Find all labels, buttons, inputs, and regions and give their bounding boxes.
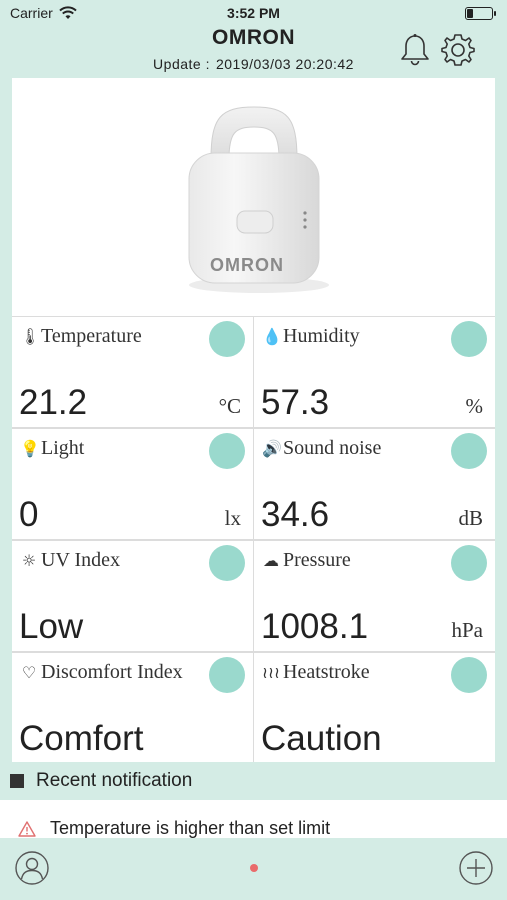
user-profile-button[interactable] <box>14 850 50 886</box>
status-left: Carrier <box>10 5 77 21</box>
lightbulb-icon: 💡 <box>20 439 40 458</box>
sensor-label-text: Heatstroke <box>283 661 370 683</box>
sensor-cell-sound-noise[interactable]: 🔊 Sound noise 34.6 dB <box>254 429 495 539</box>
device-brand-text: OMRON <box>210 255 284 275</box>
sensor-label-text: Temperature <box>41 325 142 347</box>
sensor-label-text: UV Index <box>41 549 121 571</box>
sensor-cell-pressure[interactable]: ☁ Pressure 1008.1 hPa <box>254 541 495 651</box>
notification-item[interactable]: Temperature is higher than set limit <box>18 818 330 838</box>
smiley-icon <box>451 321 487 357</box>
cloud-upload-icon: ☁ <box>263 551 279 570</box>
droplet-icon: 💧 <box>262 327 282 346</box>
recent-notification-title: Recent notification <box>36 770 193 791</box>
sensor-value: Caution <box>261 719 382 758</box>
warning-icon <box>18 820 36 837</box>
sensor-panel: OMRON 🌡 Temperature 21.2 °C 💧 Humidity 57.… <box>12 78 495 763</box>
sensor-label: 🌡 Temperature <box>20 325 142 348</box>
notification-text: Temperature is higher than set limit <box>50 818 331 838</box>
bottom-bar <box>0 838 507 900</box>
sensor-grid: 🌡 Temperature 21.2 °C 💧 Humidity 57.3 % 💡 L… <box>12 316 495 763</box>
sensor-unit: lx <box>224 506 241 530</box>
sensor-unit: °C <box>218 394 241 418</box>
sensor-cell-heatstroke[interactable]: ≀≀≀ Heatstroke Caution <box>254 653 495 763</box>
smiley-icon <box>451 657 487 693</box>
sensor-label-text: Pressure <box>283 549 351 571</box>
sensor-cell-humidity[interactable]: 💧 Humidity 57.3 % <box>254 317 495 427</box>
gear-icon <box>441 34 475 66</box>
sensor-label-text: Sound noise <box>283 437 382 459</box>
sensor-label: 💧 Humidity <box>262 325 360 348</box>
sensor-label-text: Light <box>41 437 85 459</box>
notification-list: Temperature is higher than set limit <box>0 800 507 838</box>
header: OMRON Update :2019/03/03 20:20:42 <box>0 26 507 78</box>
smiley-icon <box>209 433 245 469</box>
user-icon <box>15 851 49 885</box>
sensor-label: ☁ Pressure <box>262 549 351 572</box>
bell-icon <box>401 34 429 66</box>
sensor-label: 🔊 Sound noise <box>262 437 381 460</box>
sensor-value: 34.6 <box>261 495 330 534</box>
smiley-icon <box>209 321 245 357</box>
carrier-label: Carrier <box>10 5 53 21</box>
settings-button[interactable] <box>440 32 476 68</box>
speaker-icon: 🔊 <box>262 439 282 458</box>
plus-circle-icon <box>459 851 493 885</box>
sensor-label: 💡 Light <box>20 437 84 460</box>
device-image: OMRON <box>12 78 495 315</box>
sensor-label: ♡ Discomfort Index <box>20 661 183 684</box>
sun-icon: ☼ <box>21 551 37 570</box>
update-value: 2019/03/03 20:20:42 <box>215 56 354 72</box>
smiley-icon <box>209 545 245 581</box>
smiley-icon <box>209 657 245 693</box>
sensor-label-text: Discomfort Index <box>41 661 183 683</box>
sensor-label: ☼ UV Index <box>20 549 120 572</box>
smiley-icon <box>451 545 487 581</box>
thermometer-icon: 🌡 <box>20 327 41 346</box>
heart-icon: ♡ <box>21 663 37 682</box>
omron-device-illustration: OMRON <box>188 105 329 293</box>
battery-fill <box>467 8 473 18</box>
heat-waves-icon: ≀≀≀ <box>262 663 280 682</box>
smiley-icon <box>451 433 487 469</box>
update-label: Update : <box>153 56 210 72</box>
sensor-value: 0 <box>19 495 39 534</box>
sensor-cell-discomfort-index[interactable]: ♡ Discomfort Index Comfort <box>12 653 253 763</box>
battery-icon <box>465 6 496 20</box>
section-marker-icon <box>10 774 24 788</box>
notification-bell-button[interactable] <box>397 32 433 68</box>
sensor-unit: hPa <box>451 618 484 642</box>
page-indicator-dot <box>250 864 258 872</box>
status-bar: Carrier 3:52 PM <box>0 0 507 26</box>
add-device-button[interactable] <box>458 850 494 886</box>
wifi-icon <box>59 6 77 19</box>
recent-notification-header: Recent notification <box>0 762 507 800</box>
sensor-label: ≀≀≀ Heatstroke <box>262 661 370 684</box>
sensor-value: 1008.1 <box>261 607 369 646</box>
sensor-cell-uv-index[interactable]: ☼ UV Index Low <box>12 541 253 651</box>
sensor-value: 21.2 <box>19 383 88 422</box>
sensor-label-text: Humidity <box>283 325 360 347</box>
sensor-unit: dB <box>458 506 483 530</box>
sensor-value: Comfort <box>19 719 144 758</box>
sensor-value: Low <box>19 607 84 646</box>
sensor-value: 57.3 <box>261 383 330 422</box>
sensor-cell-light[interactable]: 💡 Light 0 lx <box>12 429 253 539</box>
sensor-cell-temperature[interactable]: 🌡 Temperature 21.2 °C <box>12 317 253 427</box>
sensor-unit: % <box>465 394 484 418</box>
